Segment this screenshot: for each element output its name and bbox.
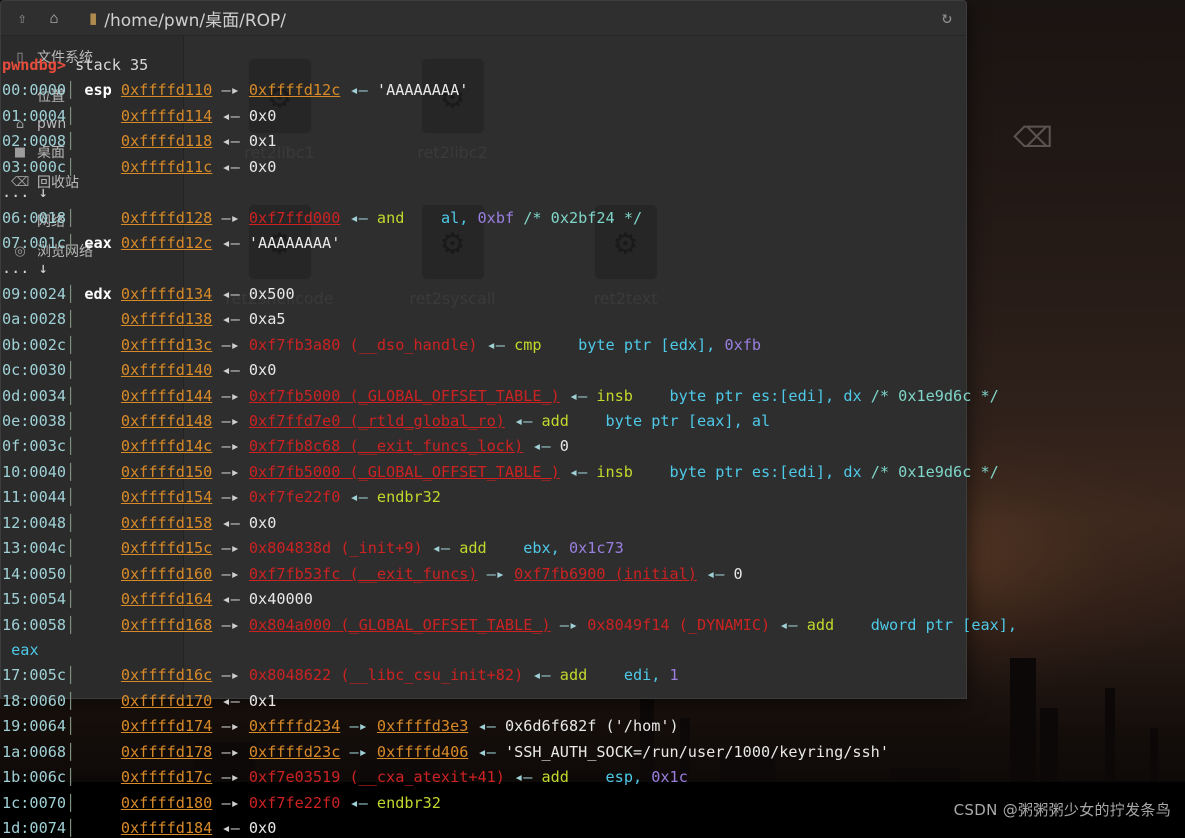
- sidebar-item-label: 文件系统: [37, 50, 93, 66]
- file-list[interactable]: ⚙ ret2libc1 ⚙ ret2libc2 ⚙ ret2shellcode …: [184, 36, 966, 698]
- file-item[interactable]: ⚙ ret2syscall: [375, 196, 530, 334]
- home-icon[interactable]: ⌂: [41, 6, 67, 30]
- sidebar-item-filesystem[interactable]: ▯ 文件系统: [1, 42, 183, 72]
- sidebar-divider: [1, 197, 183, 206]
- executable-icon: ⚙: [420, 204, 485, 280]
- sidebar-group-network: 网络: [1, 206, 183, 236]
- file-manager-toolbar[interactable]: ⇧ ⌂ ▮ /home/pwn/桌面/ROP/ ↻: [1, 1, 966, 36]
- trash-icon: ⌫: [11, 174, 30, 190]
- executable-icon: ⚙: [247, 204, 312, 280]
- file-label: ret2libc2: [417, 143, 488, 162]
- sidebar-group-label: 位置: [37, 89, 65, 105]
- sidebar-item-home[interactable]: ⌂ pwn: [1, 111, 183, 137]
- file-label: ret2syscall: [409, 289, 496, 308]
- sidebar-item-label: 浏览网络: [37, 244, 93, 260]
- file-item[interactable]: ⚙ ret2libc1: [202, 50, 357, 188]
- sidebar-item-label: 回收站: [37, 175, 79, 191]
- sidebar-group-places: 位置: [1, 81, 183, 111]
- file-manager-body: ▯ 文件系统 位置 ⌂ pwn ■ 桌面 ⌫ 回收站 网络 ◎ 浏览网络 ⚙ r…: [1, 36, 966, 698]
- sidebar-item-label: 桌面: [37, 145, 65, 161]
- file-label: ret2libc1: [244, 143, 315, 162]
- folder-icon: ▮: [89, 9, 98, 27]
- back-icon[interactable]: ⇧: [9, 6, 35, 30]
- executable-icon: ⚙: [247, 58, 312, 134]
- file-manager-window[interactable]: ⇧ ⌂ ▮ /home/pwn/桌面/ROP/ ↻ ▯ 文件系统 位置 ⌂ pw…: [0, 0, 967, 699]
- globe-icon: ◎: [14, 243, 26, 259]
- reload-icon[interactable]: ↻: [942, 8, 958, 28]
- watermark: CSDN @粥粥粥少女的拧发条鸟: [953, 801, 1171, 819]
- executable-icon: ⚙: [420, 58, 485, 134]
- drive-icon: ▯: [16, 49, 24, 65]
- home-icon: ⌂: [15, 116, 25, 132]
- file-label: ret2text: [593, 289, 658, 308]
- executable-icon: ⚙: [593, 204, 658, 280]
- sidebar-divider: [1, 72, 183, 81]
- path-text: /home/pwn/桌面/ROP/: [104, 10, 287, 31]
- file-item[interactable]: ⚙ ret2shellcode: [202, 196, 357, 334]
- file-label: ret2shellcode: [225, 289, 334, 308]
- sidebar-group-label: 网络: [37, 214, 65, 230]
- trash-icon: ⌫: [1013, 121, 1053, 154]
- sidebar-item-label: pwn: [37, 116, 67, 132]
- file-manager-sidebar[interactable]: ▯ 文件系统 位置 ⌂ pwn ■ 桌面 ⌫ 回收站 网络 ◎ 浏览网络: [1, 36, 184, 698]
- desktop-icon-trash[interactable]: ⌫: [990, 120, 1076, 158]
- sidebar-item-trash[interactable]: ⌫ 回收站: [1, 167, 183, 197]
- sidebar-item-browse-network[interactable]: ◎ 浏览网络: [1, 236, 183, 266]
- screen-root: ⌫ ⇧ ⌂ ▮ /home/pwn/桌面/ROP/ ↻ ▯ 文件系统 位置 ⌂ …: [0, 0, 1185, 838]
- desktop-folder-icon: ■: [13, 144, 27, 160]
- file-item[interactable]: ⚙ ret2libc2: [375, 50, 530, 188]
- sidebar-item-desktop[interactable]: ■ 桌面: [1, 137, 183, 167]
- path-bar[interactable]: ▮ /home/pwn/桌面/ROP/: [89, 6, 286, 31]
- file-item[interactable]: ⚙ ret2text: [548, 196, 703, 334]
